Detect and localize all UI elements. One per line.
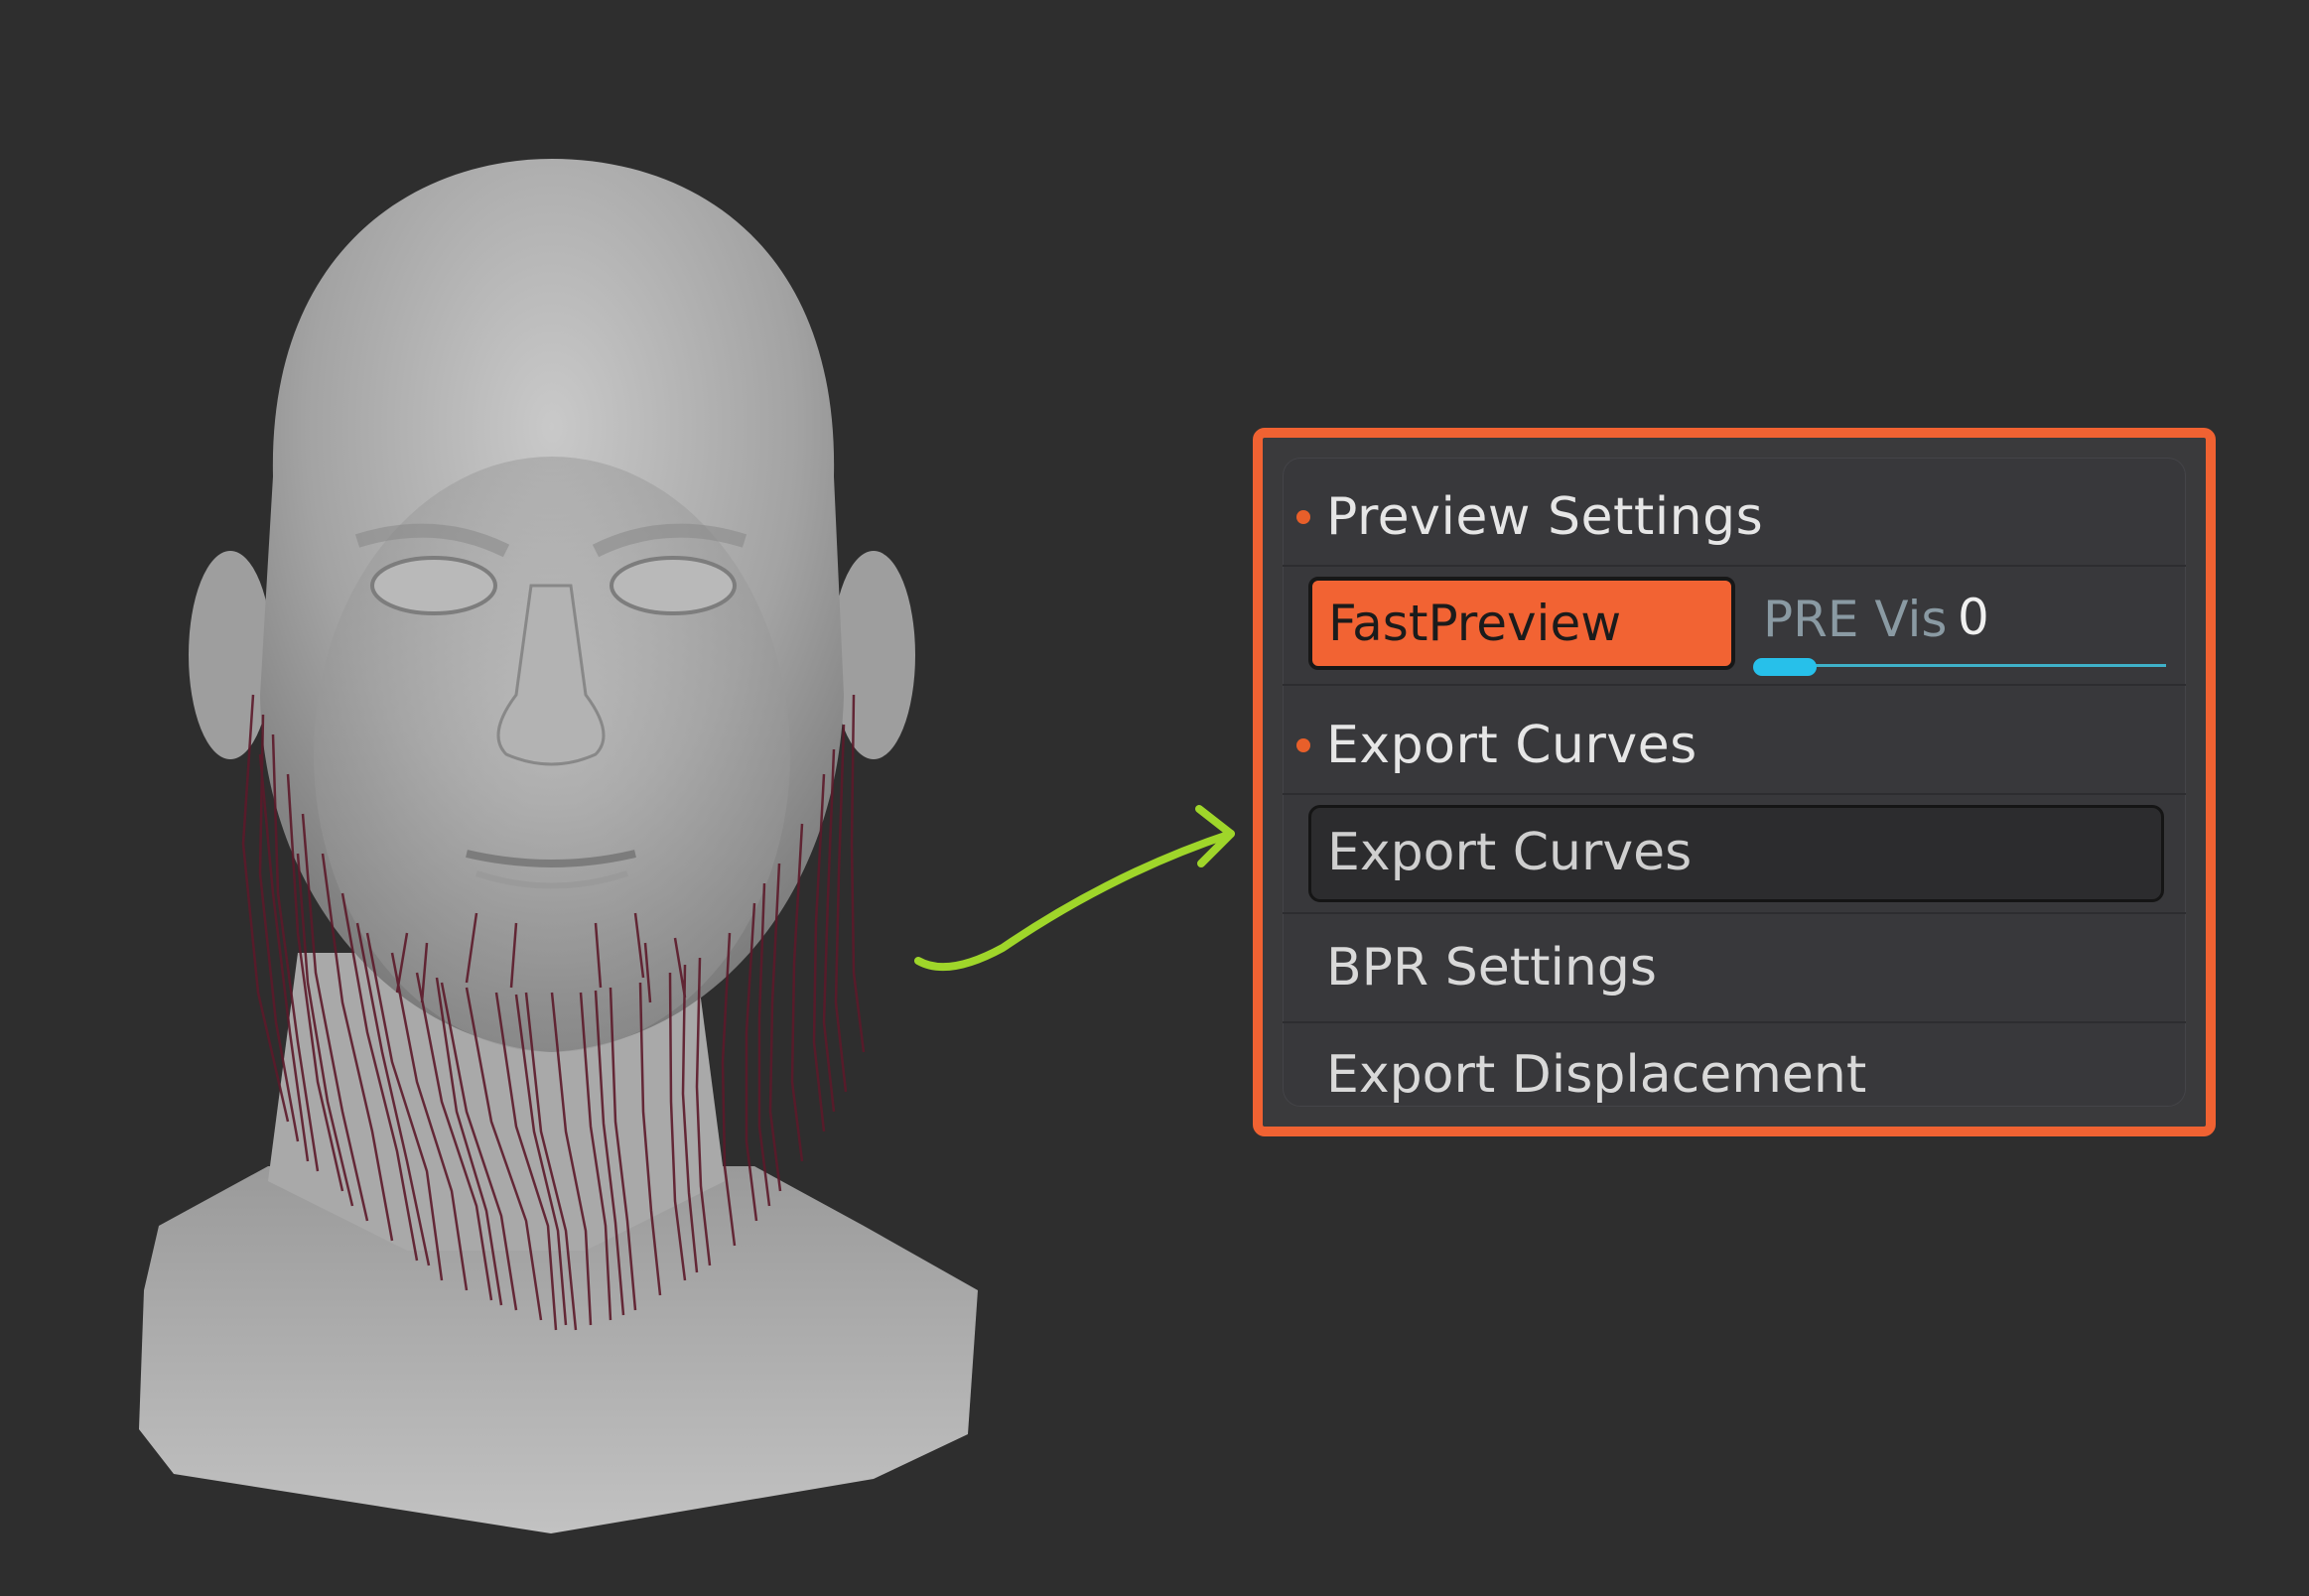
section-export-curves[interactable]: Export Curves bbox=[1283, 686, 2186, 795]
export-displacement-row[interactable]: Export Displacement bbox=[1283, 1023, 2186, 1123]
orange-dot-icon bbox=[1296, 510, 1310, 524]
pre-vis-value: 0 bbox=[1958, 589, 1989, 646]
export-curves-button[interactable]: Export Curves bbox=[1308, 805, 2164, 902]
pre-vis-label: PRE Vis bbox=[1763, 591, 1948, 648]
orange-dot-icon bbox=[1296, 738, 1310, 752]
highlighted-panel: Preview Settings FastPreview PRE Vis 0 E… bbox=[1253, 428, 2216, 1136]
export-curves-row: Export Curves bbox=[1283, 793, 2186, 914]
pre-vis-slider-track[interactable] bbox=[1755, 664, 2166, 667]
section-title-export-curves: Export Curves bbox=[1326, 716, 1698, 775]
export-displacement-label: Export Displacement bbox=[1326, 1045, 1867, 1105]
pre-vis-slider-handle[interactable] bbox=[1753, 658, 1817, 676]
viewport: Preview Settings FastPreview PRE Vis 0 E… bbox=[0, 0, 2309, 1596]
section-preview-settings[interactable]: Preview Settings bbox=[1283, 458, 2186, 567]
bpr-settings-row[interactable]: BPR Settings bbox=[1283, 914, 2186, 1023]
bpr-settings-label: BPR Settings bbox=[1326, 938, 1657, 998]
preview-controls-row: FastPreview PRE Vis 0 bbox=[1283, 565, 2186, 686]
fibermesh-preview-panel: Preview Settings FastPreview PRE Vis 0 E… bbox=[1283, 458, 2186, 1107]
fast-preview-button[interactable]: FastPreview bbox=[1308, 577, 1735, 670]
section-title-preview-settings: Preview Settings bbox=[1326, 487, 1764, 547]
